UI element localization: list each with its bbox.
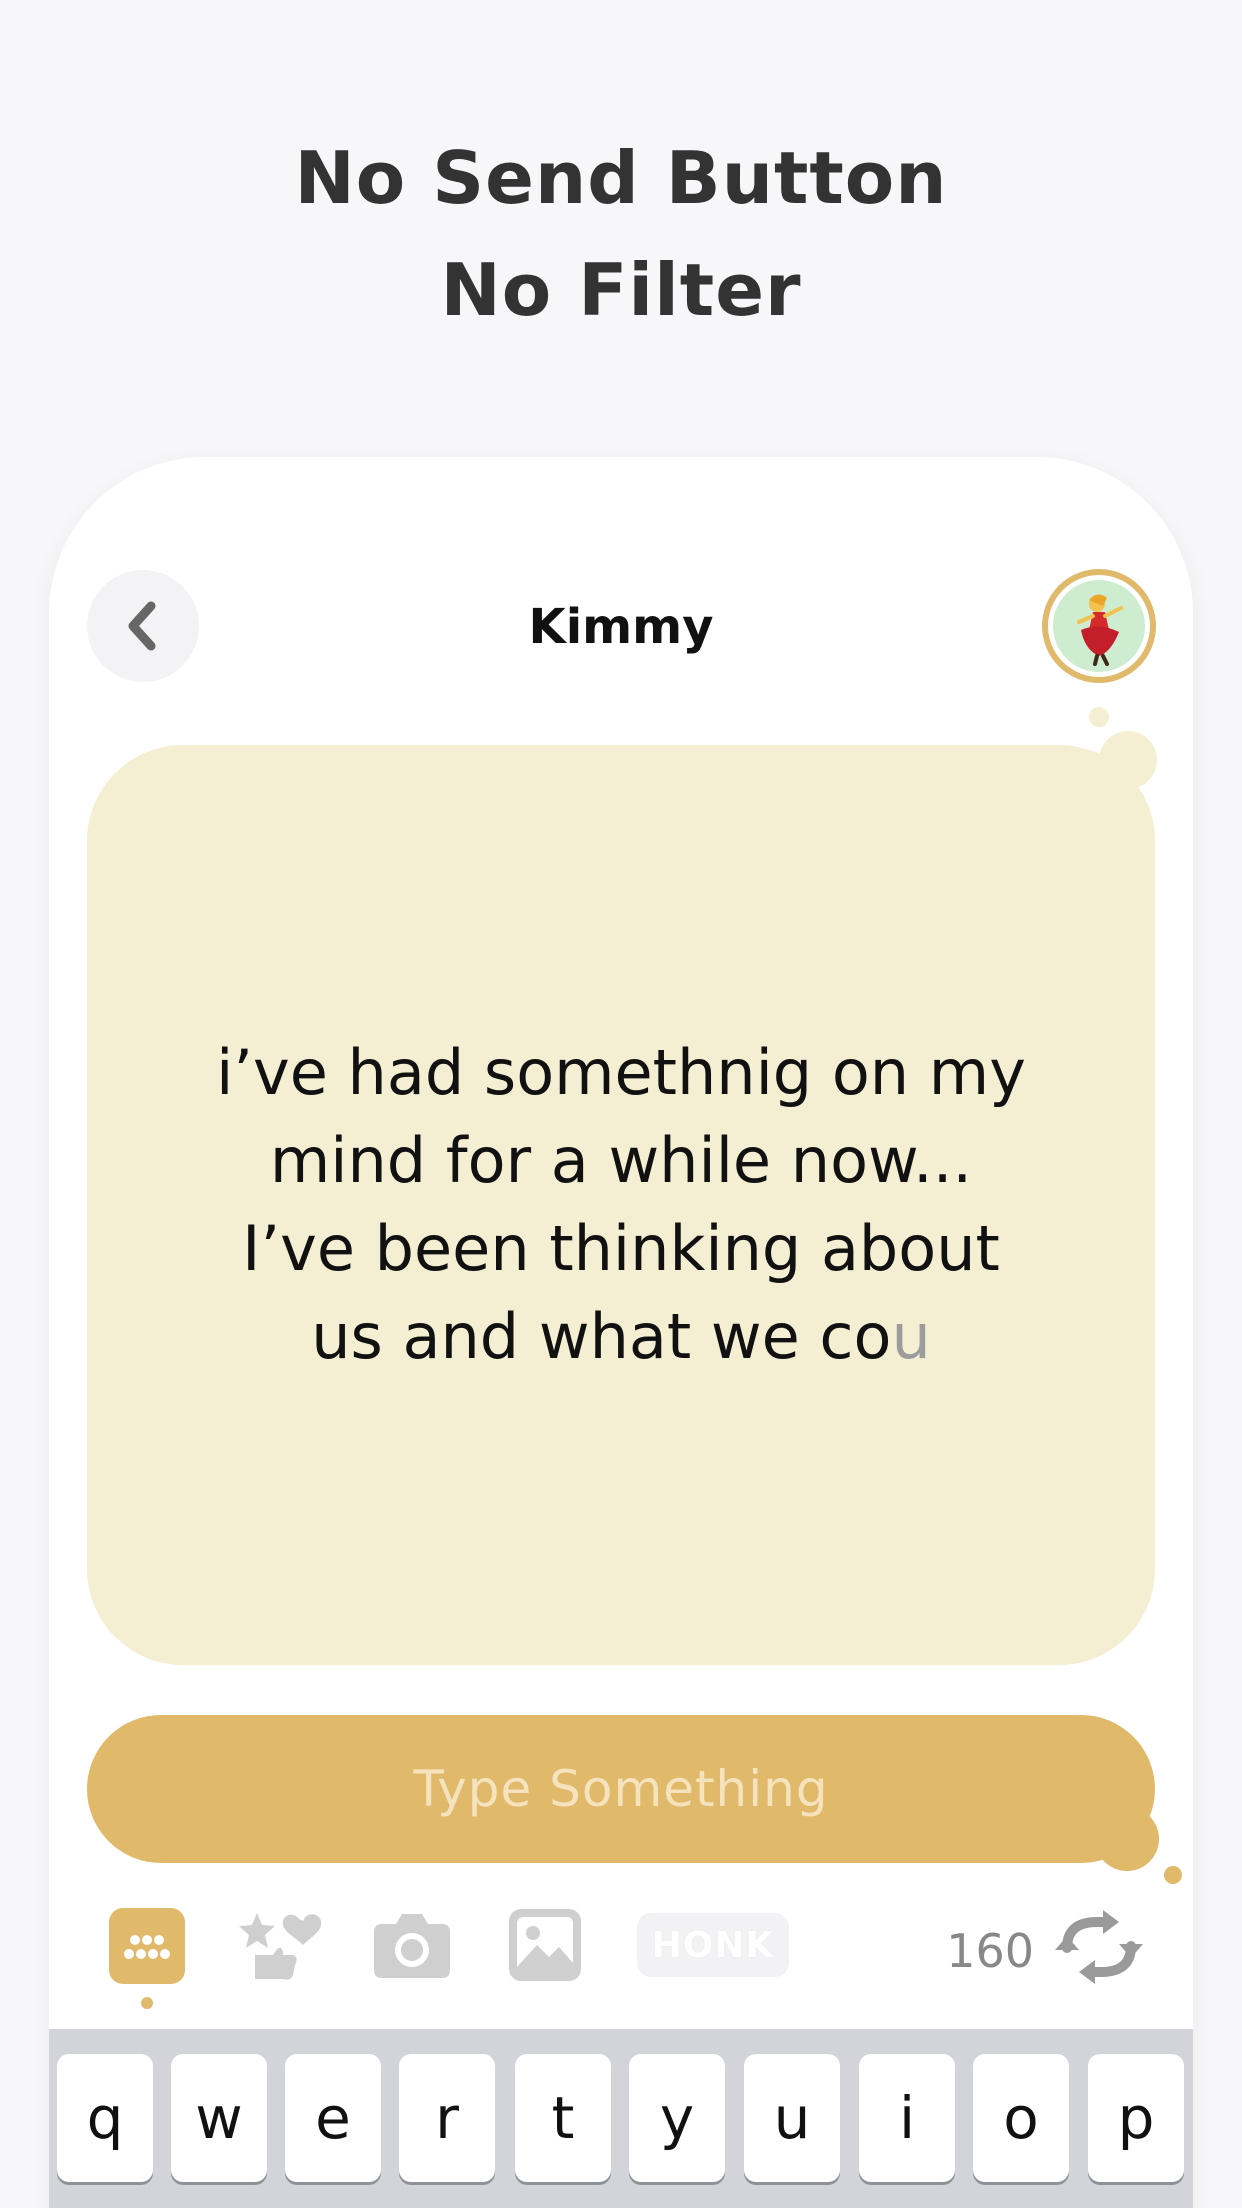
image-button[interactable] xyxy=(509,1909,581,1981)
key-u[interactable]: u xyxy=(744,2054,840,2182)
on-screen-keyboard: q w e r t y u i o p xyxy=(49,2029,1193,2208)
dancer-icon xyxy=(1077,594,1123,666)
honk-label: HONK xyxy=(651,1924,775,1966)
camera-icon xyxy=(374,1914,450,1978)
avatar[interactable] xyxy=(1042,569,1156,683)
message-text: i’ve had somethnig on my mind for a whil… xyxy=(216,1029,1026,1381)
bubble-tail-dot xyxy=(1089,707,1109,727)
message-bubble: i’ve had somethnig on my mind for a whil… xyxy=(87,745,1155,1665)
message-line: I’ve been thinking about xyxy=(242,1212,1000,1285)
input-tail-dot xyxy=(1095,1807,1159,1871)
refresh-button[interactable] xyxy=(1053,1908,1145,1986)
message-line-typing: us and what we cou xyxy=(216,1293,1026,1381)
image-icon xyxy=(509,1909,581,1981)
message-line-fading-char: u xyxy=(891,1300,931,1373)
message-line-main: us and what we co xyxy=(311,1300,892,1373)
key-i[interactable]: i xyxy=(859,2054,955,2182)
headline-line-2: No Filter xyxy=(440,248,802,332)
message-line: i’ve had somethnig on my xyxy=(216,1036,1026,1109)
active-mode-indicator xyxy=(141,1997,153,2009)
message-input[interactable]: Type Something xyxy=(87,1715,1155,1863)
sticker-button[interactable] xyxy=(237,1909,323,1981)
key-w[interactable]: w xyxy=(171,2054,267,2182)
key-q[interactable]: q xyxy=(57,2054,153,2182)
keyboard-icon xyxy=(109,1908,185,1984)
camera-button[interactable] xyxy=(372,1910,452,1980)
avatar-image xyxy=(1053,580,1145,672)
key-e[interactable]: e xyxy=(285,2054,381,2182)
sticker-icon xyxy=(239,1913,322,1980)
character-counter: 160 xyxy=(946,1924,1034,1978)
key-p[interactable]: p xyxy=(1088,2054,1184,2182)
input-placeholder: Type Something xyxy=(413,1760,829,1818)
honk-button[interactable]: HONK xyxy=(637,1913,789,1977)
input-tail-dot xyxy=(1164,1866,1182,1884)
chat-title: Kimmy xyxy=(528,599,714,655)
key-o[interactable]: o xyxy=(973,2054,1069,2182)
key-r[interactable]: r xyxy=(399,2054,495,2182)
message-line: mind for a while now... xyxy=(269,1124,973,1197)
headline-line-1: No Send Button xyxy=(294,136,948,220)
key-y[interactable]: y xyxy=(629,2054,725,2182)
refresh-icon xyxy=(1055,1910,1143,1984)
phone-screen: Kimmy i’ve had somethnig on my mind for … xyxy=(49,457,1193,2208)
keyboard-mode-button[interactable] xyxy=(109,1908,185,1984)
promo-headline: No Send Button No Filter xyxy=(0,122,1242,346)
key-t[interactable]: t xyxy=(515,2054,611,2182)
